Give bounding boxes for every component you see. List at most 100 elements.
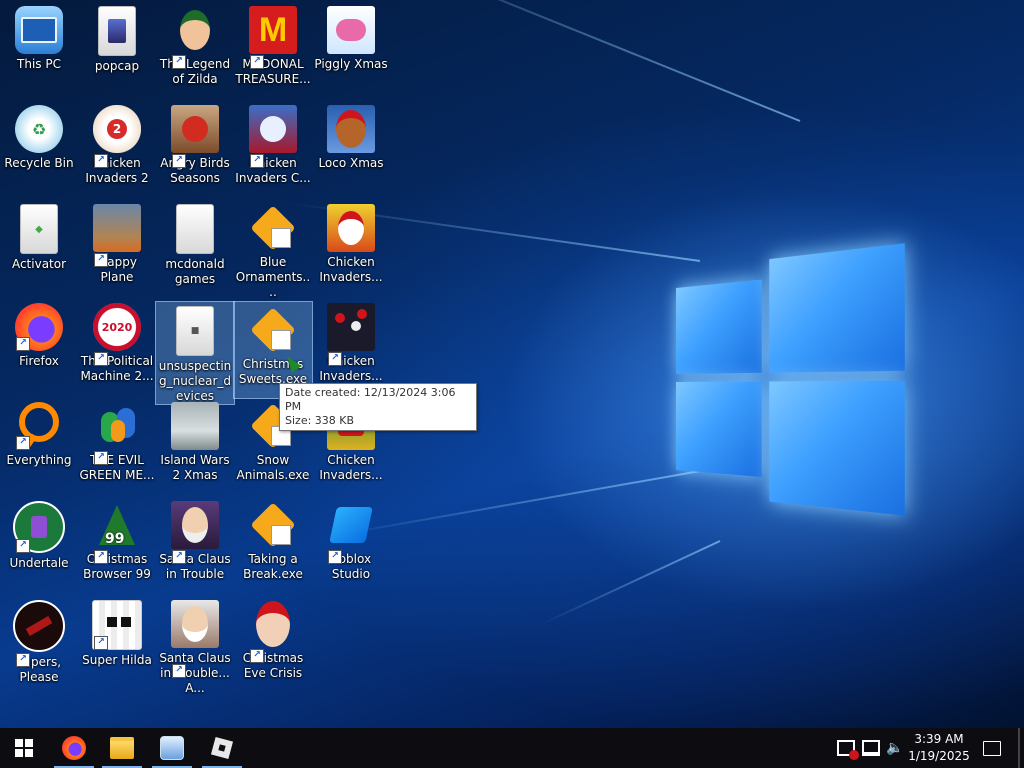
desktop-icon-papers-please[interactable]: ↗ Papers, Please <box>0 596 78 685</box>
network-tray-button[interactable] <box>860 728 882 768</box>
firefox-icon <box>62 736 86 760</box>
shortcut-arrow-icon: ↗ <box>94 253 108 267</box>
file-explorer-icon <box>110 737 134 759</box>
desktop-background[interactable]: This PC ♻ Recycle Bin ◆ Activator ↗ Fire… <box>0 0 1024 728</box>
shortcut-arrow-icon: ↗ <box>250 649 264 663</box>
taskbar: 🔈 3:39 AM 1/19/2025 <box>0 728 1024 768</box>
desktop-icon-chicken-invaders-a[interactable]: Chicken Invaders... <box>312 200 390 285</box>
desktop-icon-political-machine[interactable]: 2020 ↗ The Political Machine 2... <box>78 299 156 384</box>
desktop-icon-angry-birds-seasons[interactable]: ↗ Angry Birds Seasons <box>156 101 234 186</box>
recycle-bin-icon: ♻ <box>15 105 63 153</box>
desktop-icon-super-hilda[interactable]: ↗ Super Hilda <box>78 596 156 668</box>
desktop-icon-piggly-xmas[interactable]: Piggly Xmas <box>312 2 390 72</box>
clock-time: 3:39 AM <box>900 731 978 748</box>
desktop-icon-blue-ornaments[interactable]: Blue Ornaments.... <box>234 200 312 300</box>
folder-icon: ■ <box>176 306 214 356</box>
desktop-icon-recycle-bin[interactable]: ♻ Recycle Bin <box>0 101 78 171</box>
shortcut-arrow-icon: ↗ <box>94 451 108 465</box>
santa-icon <box>171 501 219 549</box>
santa-icon <box>171 600 219 648</box>
taskbar-file-explorer-button[interactable] <box>98 728 146 768</box>
shortcut-arrow-icon: ↗ <box>172 154 186 168</box>
political-machine-icon: 2020 <box>93 303 141 351</box>
papers-please-icon <box>13 600 65 652</box>
desktop-icon-chicken-invaders-c[interactable]: ↗ Chicken Invaders C... <box>234 101 312 186</box>
desktop-icon-flappy-plane[interactable]: ↗ Flappy Plane <box>78 200 156 285</box>
desktop-icon-taking-a-break[interactable]: Taking a Break.exe <box>234 497 312 582</box>
light-beam <box>336 0 800 122</box>
puzzle-exe-icon <box>249 204 297 252</box>
piggly-icon <box>327 6 375 54</box>
desktop-icon-popcap[interactable]: popcap <box>78 2 156 74</box>
chicken-invaders-icon <box>327 303 375 351</box>
zilda-icon <box>171 6 219 54</box>
show-desktop-button[interactable] <box>1018 728 1020 768</box>
desktop-icon-chicken-invaders-b[interactable]: ↗ Chicken Invaders... <box>312 299 390 384</box>
chicken-icon: 2 <box>93 105 141 153</box>
shortcut-arrow-icon: ↗ <box>16 436 30 450</box>
system-clock[interactable]: 3:39 AM 1/19/2025 <box>900 731 978 765</box>
shortcut-arrow-icon: ↗ <box>172 550 186 564</box>
desktop-icon-mcdonal-treasure[interactable]: M ↗ MCDONAL TREASURE... <box>234 2 312 87</box>
santa-icon <box>249 600 297 648</box>
tooltip-size: Size: 338 KB <box>285 414 471 428</box>
shortcut-arrow-icon: ↗ <box>328 352 342 366</box>
desktop-icon-evil-green-messenger[interactable]: ↗ THE EVIL GREEN ME... <box>78 398 156 483</box>
taskbar-xmas-app-button[interactable] <box>148 728 196 768</box>
desktop-icon-santa-claus-in-trouble-again[interactable]: ↗ Santa Claus in Trouble... A... <box>156 596 234 696</box>
security-alert-icon <box>837 740 855 756</box>
start-button[interactable] <box>0 728 48 768</box>
notifications-button[interactable] <box>978 728 1006 768</box>
flappy-plane-icon <box>93 204 141 252</box>
xmas-app-icon <box>160 736 184 760</box>
desktop-icon-everything[interactable]: ↗ Everything <box>0 398 78 468</box>
shortcut-arrow-icon: ↗ <box>250 55 264 69</box>
desktop-icon-christmas-browser-99[interactable]: 99 ↗ Christmas Browser 99 <box>78 497 156 582</box>
shortcut-arrow-icon: ↗ <box>94 550 108 564</box>
roblox-studio-icon <box>327 501 375 549</box>
roblox-icon <box>211 737 233 759</box>
puzzle-exe-icon <box>249 306 297 354</box>
shortcut-arrow-icon: ↗ <box>172 664 186 678</box>
desktop-icon-activator[interactable]: ◆ Activator <box>0 200 78 272</box>
desktop-icon-firefox[interactable]: ↗ Firefox <box>0 299 78 369</box>
folder-icon <box>176 204 214 254</box>
shortcut-arrow-icon: ↗ <box>94 636 108 650</box>
tooltip-date-created: Date created: 12/13/2024 3:06 PM <box>285 386 471 414</box>
desktop-icon-loco-xmas[interactable]: Loco Xmas <box>312 101 390 171</box>
file-tooltip: Date created: 12/13/2024 3:06 PM Size: 3… <box>279 383 477 431</box>
desktop-icon-undertale[interactable]: ↗ Undertale <box>0 497 78 571</box>
taskbar-roblox-button[interactable] <box>198 728 246 768</box>
security-alert-tray-button[interactable] <box>834 728 858 768</box>
desktop-icon-legend-of-zilda[interactable]: ↗ The Legend of Zilda <box>156 2 234 87</box>
windows-start-icon <box>15 739 33 757</box>
desktop-icon-unsuspecting-nuclear-devices[interactable]: ■ unsuspecting_nuclear_devices <box>156 302 234 404</box>
desktop-icon-chicken-invaders-2[interactable]: 2 ↗ Chicken Invaders 2 <box>78 101 156 186</box>
puzzle-exe-icon <box>249 501 297 549</box>
light-beam <box>538 540 720 626</box>
clock-date: 1/19/2025 <box>900 748 978 765</box>
windows-logo-wallpaper <box>676 270 912 506</box>
desktop-icon-mcdonald-games[interactable]: mcdonald games <box>156 200 234 287</box>
network-icon <box>862 740 880 756</box>
computer-icon <box>15 6 63 54</box>
shortcut-arrow-icon: ↗ <box>16 539 30 553</box>
desktop-icon-santa-claus-in-trouble[interactable]: ↗ Santa Claus in Trouble <box>156 497 234 582</box>
shortcut-arrow-icon: ↗ <box>94 352 108 366</box>
shortcut-arrow-icon: ↗ <box>328 550 342 564</box>
desktop-icon-roblox-studio[interactable]: ↗ Roblox Studio <box>312 497 390 582</box>
shortcut-arrow-icon: ↗ <box>250 154 264 168</box>
shortcut-arrow-icon: ↗ <box>16 337 30 351</box>
angry-birds-icon <box>171 105 219 153</box>
chicken-invaders-icon <box>327 204 375 252</box>
island-wars-icon <box>171 402 219 450</box>
mcdonalds-icon: M <box>249 6 297 54</box>
desktop-icon-island-wars-2-xmas[interactable]: Island Wars 2 Xmas <box>156 398 234 483</box>
folder-icon: ◆ <box>20 204 58 254</box>
taskbar-firefox-button[interactable] <box>50 728 98 768</box>
teddy-bear-icon <box>327 105 375 153</box>
shortcut-arrow-icon: ↗ <box>16 653 30 667</box>
desktop-icon-this-pc[interactable]: This PC <box>0 2 78 72</box>
desktop-icon-christmas-eve-crisis[interactable]: ↗ Christmas Eve Crisis <box>234 596 312 681</box>
chicken-invaders-icon <box>249 105 297 153</box>
